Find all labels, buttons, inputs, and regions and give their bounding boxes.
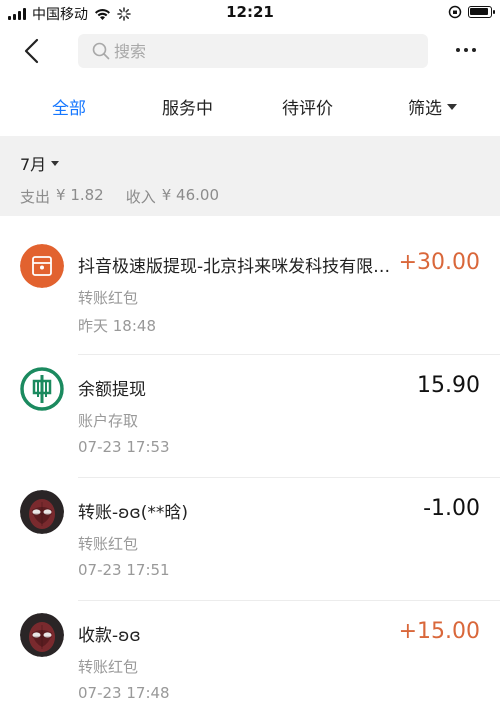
user-avatar — [20, 490, 64, 534]
back-button[interactable] — [18, 36, 48, 66]
transaction-list: 抖音极速版提现-北京抖来咪发科技有限公司 +30.00 转账红包 昨天 18:4… — [0, 232, 500, 711]
month-summary: 7月 支出 ¥ 1.82 收入 ¥ 46.00 — [0, 136, 500, 216]
orientation-lock-icon — [448, 5, 462, 19]
transaction-title: 转账-ʚɞ(**晗) — [78, 503, 188, 523]
tab-in-service[interactable]: 服务中 — [162, 94, 213, 119]
transaction-item[interactable]: 抖音极速版提现-北京抖来咪发科技有限公司 +30.00 转账红包 昨天 18:4… — [0, 232, 500, 355]
battery-icon — [468, 6, 495, 18]
transaction-title: 收款-ʚɞ — [78, 626, 141, 646]
tab-filter[interactable]: 筛选 — [408, 94, 457, 119]
more-icon — [456, 48, 460, 52]
transaction-item[interactable]: 收款-ʚɞ +15.00 转账红包 07-23 17:48 — [0, 601, 500, 711]
caret-down-icon — [51, 160, 60, 166]
transaction-category: 转账红包 — [78, 289, 139, 307]
expense-value: ¥ 1.82 — [56, 186, 104, 204]
tab-filter-label: 筛选 — [408, 99, 442, 119]
filter-tabs: 全部 服务中 待评价 筛选 — [0, 80, 500, 134]
more-button[interactable] — [456, 48, 476, 52]
expense-label: 支出 — [20, 188, 51, 206]
user-avatar — [20, 613, 64, 657]
clock: 12:21 — [226, 3, 274, 21]
expense-income-summary: 支出 ¥ 1.82 收入 ¥ 46.00 — [20, 186, 219, 207]
red-envelope-icon — [20, 244, 64, 288]
transaction-title: 余额提现 — [78, 380, 146, 400]
status-bar: 中国移动 12:21 — [0, 0, 500, 26]
transaction-amount: +15.00 — [398, 619, 480, 644]
transaction-item[interactable]: 转账-ʚɞ(**晗) -1.00 转账红包 07-23 17:51 — [0, 478, 500, 601]
transaction-amount: -1.00 — [423, 496, 480, 521]
nav-bar — [0, 26, 500, 76]
caret-down-icon — [447, 103, 457, 110]
chevron-left-icon — [24, 38, 39, 64]
search-input[interactable] — [114, 41, 414, 61]
transaction-category: 账户存取 — [78, 412, 139, 430]
month-label: 7月 — [20, 155, 47, 174]
transaction-title: 抖音极速版提现-北京抖来咪发科技有限公司 — [78, 257, 398, 277]
income-label: 收入 — [125, 188, 156, 206]
tab-all[interactable]: 全部 — [52, 94, 86, 119]
transaction-amount: 15.90 — [417, 373, 480, 398]
search-icon — [92, 42, 110, 60]
transaction-amount: +30.00 — [398, 250, 480, 275]
bank-logo-icon — [20, 367, 64, 411]
transaction-time: 昨天 18:48 — [78, 317, 156, 335]
transaction-time: 07-23 17:51 — [78, 561, 170, 579]
month-selector[interactable]: 7月 — [20, 151, 60, 175]
transaction-category: 转账红包 — [78, 658, 139, 676]
status-right — [448, 5, 495, 19]
transaction-item[interactable]: 余额提现 15.90 账户存取 07-23 17:53 — [0, 355, 500, 478]
transaction-time: 07-23 17:53 — [78, 438, 170, 456]
transaction-time: 07-23 17:48 — [78, 684, 170, 702]
transaction-category: 转账红包 — [78, 535, 139, 553]
tab-pending-review[interactable]: 待评价 — [282, 94, 333, 119]
search-bar[interactable] — [78, 34, 428, 68]
income-value: ¥ 46.00 — [161, 186, 220, 204]
